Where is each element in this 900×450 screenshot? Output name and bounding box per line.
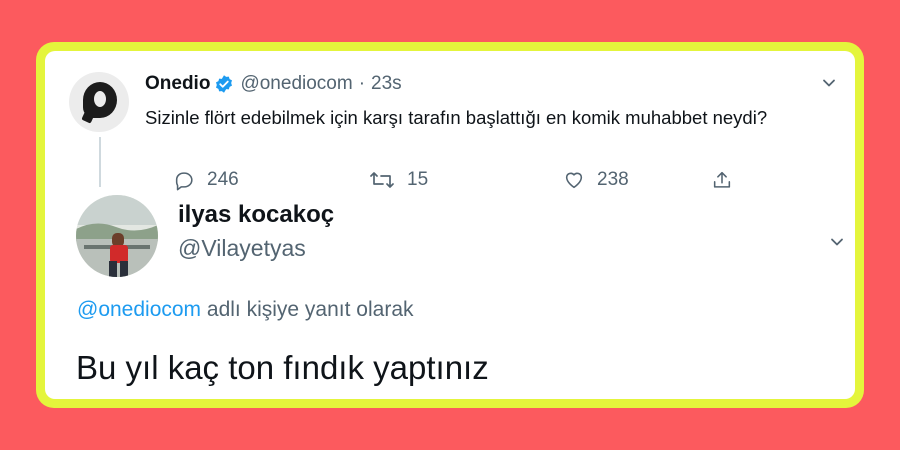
tweet-actions: 246 15 238 <box>145 169 735 193</box>
retweet-button[interactable]: 15 <box>369 169 428 191</box>
author-name[interactable]: Onedio <box>145 73 210 95</box>
separator-dot: · <box>358 73 366 94</box>
tweet-card: Onedio @onediocom · 23s Sizinle flört ed… <box>45 51 855 399</box>
ilyas-avatar[interactable] <box>76 195 158 277</box>
like-icon <box>565 172 583 189</box>
reply-count: 246 <box>207 169 239 190</box>
reply-button[interactable]: 246 <box>173 169 239 191</box>
thread-connector <box>99 137 101 187</box>
reply-author-handle[interactable]: @Vilayetyas <box>178 235 306 262</box>
reply-icon <box>175 172 193 191</box>
retweet-count: 15 <box>407 169 429 190</box>
share-icon <box>713 171 731 188</box>
chevron-down-icon[interactable] <box>821 75 837 91</box>
original-tweet-text: Sizinle flört edebilmek için karşı taraf… <box>145 107 768 128</box>
tweet-timestamp[interactable]: 23s <box>371 73 402 95</box>
author-handle[interactable]: @onediocom <box>240 73 352 95</box>
onedio-avatar[interactable] <box>69 72 129 132</box>
like-button[interactable]: 238 <box>563 169 629 191</box>
replying-to-line: @onediocom adlı kişiye yanıt olarak <box>77 298 414 322</box>
mention-link[interactable]: @onediocom <box>77 298 201 321</box>
original-tweet-header: Onedio @onediocom · 23s <box>145 73 402 95</box>
reply-author-name[interactable]: ilyas kocakoç <box>178 201 334 229</box>
chevron-down-icon[interactable] <box>829 234 845 250</box>
retweet-icon <box>370 172 394 188</box>
reply-tweet-text: Bu yıl kaç ton fındık yaptınız <box>76 349 489 386</box>
like-count: 238 <box>597 169 629 190</box>
verified-badge-icon <box>214 74 234 94</box>
replying-to-label: adlı kişiye yanıt olarak <box>201 298 414 321</box>
share-button[interactable] <box>711 169 745 191</box>
highlight-frame: Onedio @onediocom · 23s Sizinle flört ed… <box>36 42 864 408</box>
profile-photo <box>76 195 158 277</box>
